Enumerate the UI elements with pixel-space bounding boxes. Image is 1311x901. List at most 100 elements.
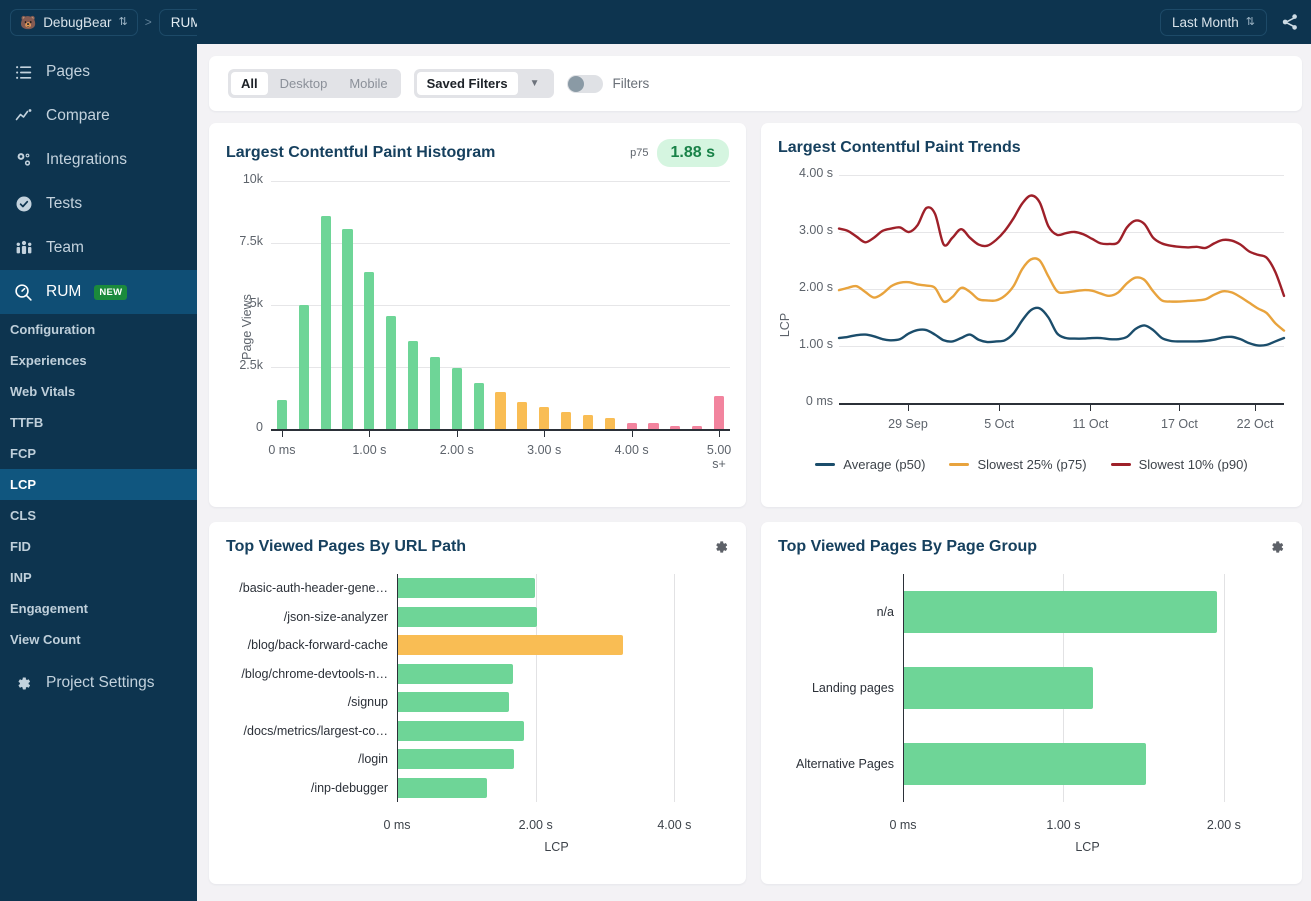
device-filter-desktop[interactable]: Desktop <box>270 72 338 95</box>
histogram-bar[interactable] <box>386 316 397 429</box>
sidebar-item-label: Project Settings <box>46 674 155 691</box>
histogram-bar[interactable] <box>298 305 309 429</box>
filters-toggle[interactable] <box>567 74 604 93</box>
histogram-bar[interactable] <box>364 271 375 429</box>
main-content: Last Month ⇅ All Desktop Mobile Saved Fi… <box>197 0 1311 901</box>
x-axis-tick: 5 Oct <box>984 417 1015 431</box>
device-filter-all[interactable]: All <box>231 72 268 95</box>
sidebar-item-ttfb[interactable]: TTFB <box>0 407 197 438</box>
histogram-bar[interactable] <box>648 423 659 429</box>
horizontal-bar[interactable] <box>398 749 514 770</box>
sidebar-item-team[interactable]: Team <box>0 226 197 270</box>
sidebar-item-experiences[interactable]: Experiences <box>0 345 197 376</box>
histogram-bar[interactable] <box>539 406 550 429</box>
sidebar-item-fcp[interactable]: FCP <box>0 438 197 469</box>
subnav-label: Experiences <box>10 353 87 368</box>
subnav-label: TTFB <box>10 415 44 430</box>
histogram-bar[interactable] <box>561 411 572 429</box>
topbar: Last Month ⇅ <box>197 0 1311 44</box>
histogram-bar[interactable] <box>517 401 528 429</box>
line-chart-icon <box>14 107 33 126</box>
histogram-bar[interactable] <box>582 415 593 429</box>
sidebar-item-pages[interactable]: Pages <box>0 50 197 94</box>
sidebar-item-compare[interactable]: Compare <box>0 94 197 138</box>
horizontal-bar[interactable] <box>398 720 525 741</box>
histogram-bar[interactable] <box>692 426 703 429</box>
horizontal-bar[interactable] <box>398 777 488 798</box>
sidebar-item-rum[interactable]: RUM NEW <box>0 270 197 314</box>
gear-icon[interactable] <box>1269 539 1285 555</box>
lcp-histogram-chart[interactable]: 0 2.5k 5k 7.5k 10k Page Views 0 ms 1.00 s 2.00 s… <box>209 167 746 487</box>
histogram-bar[interactable] <box>276 400 287 429</box>
horizontal-bar[interactable] <box>904 743 1147 785</box>
page-title: Largest Contentful Paint Trends <box>778 139 1021 156</box>
horizontal-bar[interactable] <box>398 578 535 599</box>
sidebar-item-label: Pages <box>46 63 90 80</box>
card-top-pages-page-group: Top Viewed Pages By Page Group 0 ms 1.00 … <box>761 522 1302 884</box>
y-axis-tick: 0 <box>256 420 263 434</box>
histogram-bar[interactable] <box>495 391 506 429</box>
histogram-bar[interactable] <box>473 383 484 429</box>
bar-category-label: /blog/chrome-devtools-n… <box>241 666 388 681</box>
horizontal-bar[interactable] <box>398 692 509 713</box>
gear-icon <box>14 674 33 693</box>
sidebar-item-configuration[interactable]: Configuration <box>0 314 197 345</box>
device-filter-mobile[interactable]: Mobile <box>339 72 397 95</box>
top-pages-url-chart[interactable]: 0 ms 2.00 s 4.00 s/basic-auth-header-gene…… <box>209 556 746 874</box>
subnav-label: Engagement <box>10 601 89 616</box>
gear-icon[interactable] <box>713 539 729 555</box>
y-axis-tick: 7.5k <box>239 234 263 248</box>
magnifier-gauge-icon <box>14 283 33 302</box>
sidebar-item-project-settings[interactable]: Project Settings <box>0 661 197 705</box>
histogram-bar[interactable] <box>670 425 681 429</box>
gridline <box>271 243 730 244</box>
x-axis-tick: 17 Oct <box>1161 417 1198 431</box>
top-pages-group-chart[interactable]: 0 ms 1.00 s 2.00 s n/a Landing pages Alternat… <box>761 556 1302 874</box>
sidebar-item-cls[interactable]: CLS <box>0 500 197 531</box>
histogram-bar[interactable] <box>604 417 615 429</box>
histogram-bar[interactable] <box>451 368 462 429</box>
sidebar-item-web-vitals[interactable]: Web Vitals <box>0 376 197 407</box>
y-axis-label: Page Views <box>239 294 254 360</box>
trend-series-line <box>837 306 1286 347</box>
list-icon <box>14 63 33 82</box>
date-range-selector[interactable]: Last Month ⇅ <box>1159 8 1267 36</box>
gridline <box>271 305 730 306</box>
check-circle-icon <box>14 195 33 214</box>
x-tick-mark <box>1090 403 1092 411</box>
org-switcher[interactable]: 🐻 DebugBear ⇅ <box>10 8 138 36</box>
chevron-down-icon[interactable]: ▼ <box>518 78 552 89</box>
x-tick-mark <box>369 429 371 437</box>
legend-item[interactable]: Slowest 25% (p75) <box>949 457 1087 472</box>
horizontal-bar[interactable] <box>398 635 624 656</box>
x-axis-tick: 4.00 s <box>614 443 649 457</box>
histogram-bar[interactable] <box>714 395 725 429</box>
sidebar-item-lcp[interactable]: LCP <box>0 469 197 500</box>
sidebar-item-integrations[interactable]: Integrations <box>0 138 197 182</box>
horizontal-bar[interactable] <box>904 591 1217 633</box>
histogram-bar[interactable] <box>320 215 331 429</box>
histogram-bar[interactable] <box>408 340 419 429</box>
chevron-updown-icon: ⇅ <box>1245 15 1255 28</box>
sidebar-item-inp[interactable]: INP <box>0 562 197 593</box>
breadcrumb-separator: > <box>144 15 152 29</box>
bar-category-label: /signup <box>347 695 388 710</box>
horizontal-bar[interactable] <box>904 667 1094 709</box>
sidebar-item-fid[interactable]: FID <box>0 531 197 562</box>
histogram-bar[interactable] <box>342 229 353 429</box>
horizontal-bar[interactable] <box>398 663 514 684</box>
subnav-label: View Count <box>10 632 81 647</box>
share-icon[interactable] <box>1281 13 1299 31</box>
sidebar-item-engagement[interactable]: Engagement <box>0 593 197 624</box>
sidebar-item-view-count[interactable]: View Count <box>0 624 197 655</box>
histogram-bar[interactable] <box>429 357 440 429</box>
sidebar-item-tests[interactable]: Tests <box>0 182 197 226</box>
lcp-trends-chart[interactable]: 0 ms 1.00 s 2.00 s 3.00 s 4.00 s LCP 29 Sep 5 O… <box>761 157 1302 457</box>
x-axis-tick: 1.00 s <box>1046 818 1081 832</box>
saved-filters-button[interactable]: Saved Filters <box>416 72 518 95</box>
bar-category-label: Alternative Pages <box>796 757 894 771</box>
horizontal-bar[interactable] <box>398 606 537 627</box>
legend-item[interactable]: Average (p50) <box>815 457 925 472</box>
x-axis-tick: 3.00 s <box>527 443 562 457</box>
legend-item[interactable]: Slowest 10% (p90) <box>1110 457 1248 472</box>
